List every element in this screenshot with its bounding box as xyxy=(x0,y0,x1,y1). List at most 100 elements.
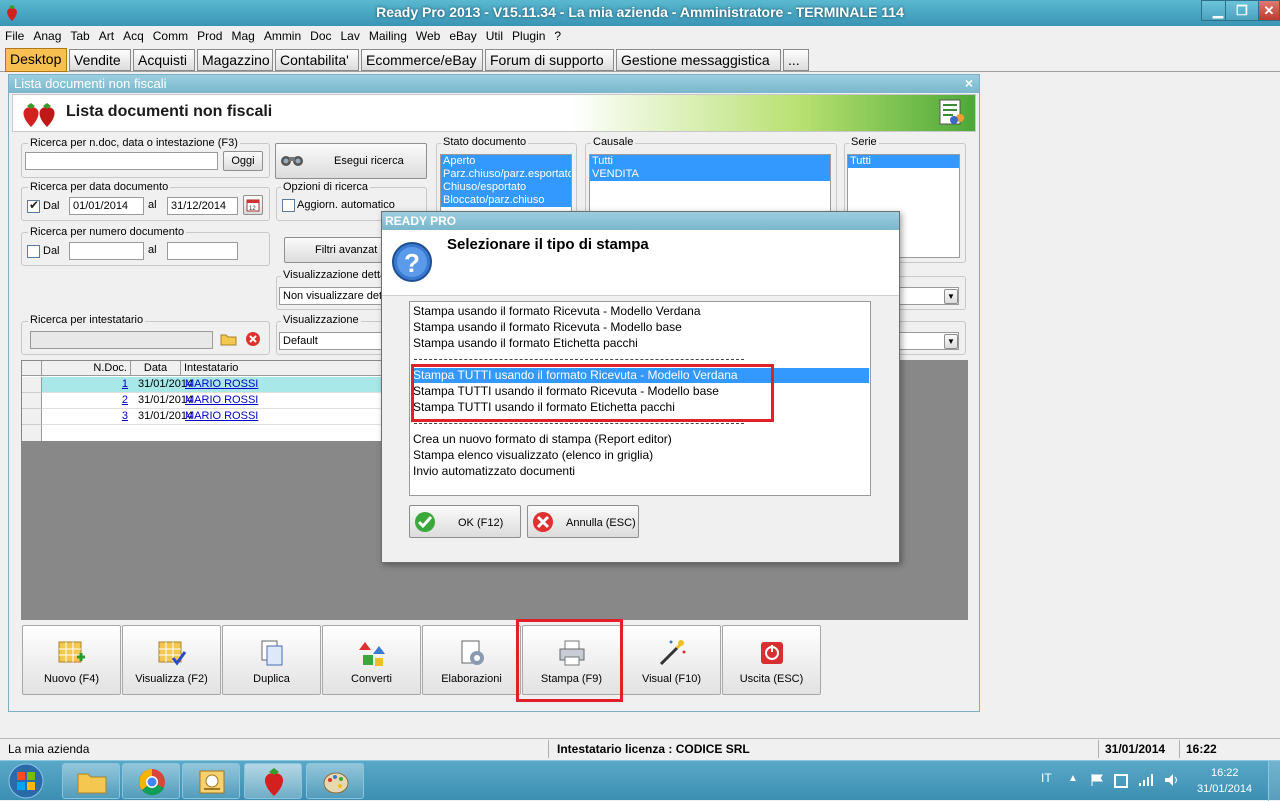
taskbar-chrome[interactable] xyxy=(122,763,180,799)
start-button-icon[interactable] xyxy=(6,763,46,799)
toolbar-button-convert[interactable]: Converti xyxy=(322,625,421,695)
menu-item-4[interactable]: Acq xyxy=(118,26,148,43)
view-dropdown-icon[interactable]: ▼ xyxy=(944,334,958,349)
reason-list-item[interactable]: Tutti xyxy=(590,155,830,168)
cell-ndoc[interactable]: 3 xyxy=(42,410,128,422)
row-header[interactable] xyxy=(22,393,42,409)
taskbar-readypro[interactable] xyxy=(244,763,302,799)
date-to-input[interactable]: 31/12/2014 xyxy=(167,197,238,215)
taskbar-lang[interactable]: IT xyxy=(1041,771,1052,785)
flag-icon[interactable] xyxy=(1090,773,1104,787)
date-search-label: Ricerca per data documento xyxy=(28,181,171,193)
series-list-item[interactable]: Tutti xyxy=(848,155,959,168)
tray-expand-icon[interactable]: ▲ xyxy=(1068,773,1078,784)
maximize-button[interactable]: ❐ xyxy=(1225,0,1259,21)
menu-item-10[interactable]: Lav xyxy=(336,26,364,43)
date-from-input[interactable]: 01/01/2014 xyxy=(69,197,144,215)
taskbar-explorer[interactable] xyxy=(62,763,120,799)
close-button[interactable]: ✕ xyxy=(1258,0,1280,21)
print-extra-option[interactable]: Crea un nuovo formato di stampa (Report … xyxy=(413,432,869,447)
menu-item-3[interactable]: Art xyxy=(94,26,118,43)
folder-icon xyxy=(77,773,107,794)
table-row[interactable]: 1 31/01/2014 MARIO ROSSI xyxy=(42,377,382,393)
taskbar-paint[interactable] xyxy=(306,763,364,799)
calendar-button[interactable]: 12 xyxy=(243,195,263,215)
cell-holder[interactable]: MARIO ROSSI xyxy=(185,410,258,422)
print-option[interactable]: Stampa usando il formato Ricevuta - Mode… xyxy=(413,320,869,335)
menu-item-11[interactable]: Mailing xyxy=(364,26,411,43)
cell-holder[interactable]: MARIO ROSSI xyxy=(185,394,258,406)
toolbar-button-exit[interactable]: Uscita (ESC) xyxy=(722,625,821,695)
tab-0[interactable]: Desktop xyxy=(5,48,67,72)
reason-list-item[interactable]: VENDITA xyxy=(590,168,830,181)
menu-item-14[interactable]: Util xyxy=(481,26,507,43)
clear-icon[interactable] xyxy=(245,331,261,347)
menu-item-5[interactable]: Comm xyxy=(148,26,192,43)
menu-item-12[interactable]: Web xyxy=(411,26,444,43)
menu-item-1[interactable]: Anag xyxy=(28,26,65,43)
tab-1[interactable]: Vendite xyxy=(69,49,131,71)
toolbar-button-view-grid[interactable]: Visualizza (F2) xyxy=(122,625,221,695)
cell-ndoc[interactable]: 1 xyxy=(42,378,128,390)
taskbar-app3[interactable] xyxy=(182,763,240,799)
status-list-item[interactable]: Aperto xyxy=(441,155,571,168)
menu-item-8[interactable]: Ammin xyxy=(259,26,305,43)
menu-item-9[interactable]: Doc xyxy=(305,26,335,43)
toolbar-button-processing[interactable]: Elaborazioni xyxy=(422,625,521,695)
table-row[interactable]: 3 31/01/2014 MARIO ROSSI xyxy=(42,409,382,425)
print-option[interactable]: Stampa usando il formato Ricevuta - Mode… xyxy=(413,304,869,319)
status-list-item[interactable]: Chiuso/esportato xyxy=(441,181,571,194)
date-from-checkbox[interactable]: ✔ xyxy=(27,198,40,213)
tab-2[interactable]: Acquisti xyxy=(133,49,195,71)
col-header-date[interactable]: Data xyxy=(131,361,181,376)
tab-4[interactable]: Contabilita' xyxy=(275,49,359,71)
menu-item-7[interactable]: Mag xyxy=(226,26,258,43)
number-from-input[interactable] xyxy=(69,242,144,260)
print-extra-option[interactable]: Invio automatizzato documenti xyxy=(413,464,869,479)
show-desktop-button[interactable] xyxy=(1268,761,1280,801)
print-option[interactable]: Stampa usando il formato Etichetta pacch… xyxy=(413,336,869,351)
col-header-holder[interactable]: Intestatario xyxy=(181,361,382,376)
number-from-checkbox[interactable] xyxy=(27,245,40,258)
signal-icon[interactable] xyxy=(1138,773,1154,787)
today-button[interactable]: Oggi xyxy=(223,151,263,171)
tab-7[interactable]: Gestione messaggistica xyxy=(616,49,781,71)
auto-update-checkbox[interactable] xyxy=(282,199,295,212)
menu-item-0[interactable]: File xyxy=(0,26,28,43)
tab-5[interactable]: Ecommerce/eBay xyxy=(361,49,483,71)
menu-item-6[interactable]: Prod xyxy=(192,26,226,43)
tray-app-icon[interactable] xyxy=(1113,773,1129,789)
title-bar: Ready Pro 2013 - V15.11.34 - La mia azie… xyxy=(0,0,1280,26)
toolbar-button-duplicate[interactable]: Duplica xyxy=(222,625,321,695)
tab-6[interactable]: Forum di supporto xyxy=(485,49,614,71)
print-all-highlight xyxy=(411,364,774,422)
cancel-button[interactable]: Annulla (ESC) xyxy=(527,505,639,538)
holder-search-input[interactable] xyxy=(30,331,213,349)
col-header-ndoc[interactable]: N.Doc. xyxy=(42,361,131,376)
print-extra-option[interactable]: Stampa elenco visualizzato (elenco in gr… xyxy=(413,448,869,463)
menu-item-2[interactable]: Tab xyxy=(65,26,93,43)
ok-button[interactable]: OK (F12) xyxy=(409,505,521,538)
execute-search-button[interactable]: Esegui ricerca xyxy=(275,143,427,179)
dialog-header: ? Selezionare il tipo di stampa xyxy=(382,230,899,296)
cell-holder[interactable]: MARIO ROSSI xyxy=(185,378,258,390)
folder-open-icon[interactable] xyxy=(220,331,238,347)
status-list-item[interactable]: Bloccato/parz.chiuso xyxy=(441,194,571,207)
toolbar-button-new-grid[interactable]: Nuovo (F4) xyxy=(22,625,121,695)
tab-8[interactable]: ... xyxy=(783,49,809,71)
cell-ndoc[interactable]: 2 xyxy=(42,394,128,406)
toolbar-button-magic-wand[interactable]: Visual (F10) xyxy=(622,625,721,695)
status-list-item[interactable]: Parz.chiuso/parz.esportato xyxy=(441,168,571,181)
menu-item-15[interactable]: Plugin xyxy=(507,26,549,43)
menu-item-16[interactable]: ? xyxy=(549,26,565,43)
detail-view-dropdown-icon[interactable]: ▼ xyxy=(944,289,958,304)
table-row[interactable]: 2 31/01/2014 MARIO ROSSI xyxy=(42,393,382,409)
row-header[interactable] xyxy=(22,377,42,393)
tab-3[interactable]: Magazzino xyxy=(197,49,273,71)
search-input[interactable] xyxy=(25,152,218,170)
number-to-input[interactable] xyxy=(167,242,238,260)
menu-item-13[interactable]: eBay xyxy=(444,26,480,43)
inner-close-button[interactable]: × xyxy=(965,75,973,91)
volume-icon[interactable] xyxy=(1164,773,1180,787)
row-header[interactable] xyxy=(22,409,42,425)
